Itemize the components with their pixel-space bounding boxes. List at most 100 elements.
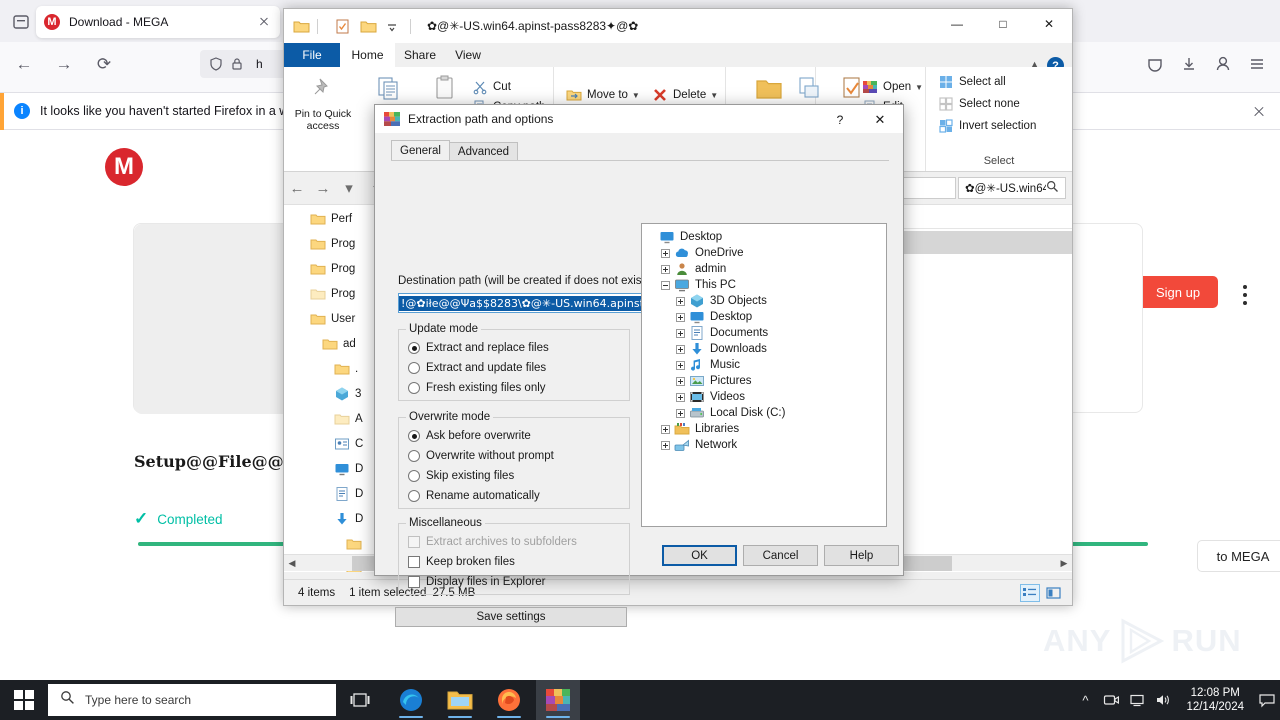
action-center-icon[interactable] [1254,680,1280,720]
forward-button[interactable]: → [48,48,80,80]
account-icon[interactable] [1208,50,1238,78]
expand-plus-icon[interactable] [676,408,685,418]
open-button[interactable]: Open ▼ [862,79,923,95]
taskbar-search-box[interactable]: Type here to search [48,684,336,716]
large-icons-view-button[interactable] [1044,584,1064,602]
browser-tab[interactable]: M Download - MEGA [36,6,280,38]
nav-recent-button[interactable]: ▾ [336,175,362,201]
collapse-minus-icon[interactable] [661,280,670,290]
list-all-tabs-icon[interactable] [10,11,32,33]
expand-plus-icon[interactable] [661,264,670,274]
expand-plus-icon[interactable] [676,392,685,402]
tab-view[interactable]: View [445,43,491,67]
properties-icon[interactable] [334,19,351,34]
expand-plus-icon[interactable] [676,328,685,338]
details-view-button[interactable] [1020,584,1040,602]
tree-item[interactable]: OneDrive [642,245,886,261]
close-icon[interactable] [256,14,272,30]
tab-file[interactable]: File [284,43,340,67]
tree-item[interactable]: Pictures [642,373,886,389]
taskbar-file-explorer-icon[interactable] [438,680,482,720]
tree-item[interactable]: admin [642,261,886,277]
radio-extract-and-update[interactable]: Extract and update files [408,362,546,374]
expand-plus-icon[interactable] [661,424,670,434]
tree-item[interactable]: Downloads [642,341,886,357]
tree-item[interactable]: Videos [642,389,886,405]
sign-up-button[interactable]: Sign up [1138,276,1218,308]
radio-overwrite-without-prompt[interactable]: Overwrite without prompt [408,450,554,462]
scroll-right-icon[interactable]: ▶ [1056,556,1072,571]
taskbar-clock[interactable]: 12:08 PM 12/14/2024 [1186,686,1244,714]
nav-forward-button[interactable]: → [310,175,336,201]
expand-plus-icon[interactable] [676,376,685,386]
hamburger-menu-icon[interactable] [1242,50,1272,78]
screen-recorder-icon[interactable] [1098,680,1124,720]
radio-rename-automatically[interactable]: Rename automatically [408,490,540,502]
help-button[interactable]: Help [824,545,899,566]
reload-button[interactable]: ⟳ [88,48,120,80]
tree-item[interactable]: Libraries [642,421,886,437]
radio-extract-and-replace[interactable]: Extract and replace files [408,342,549,354]
select-all-button[interactable]: Select all [938,74,1006,90]
dialog-help-icon[interactable]: ? [829,111,851,129]
cancel-button[interactable]: Cancel [743,545,818,566]
tree-item[interactable]: Documents [642,325,886,341]
ok-button[interactable]: OK [662,545,737,566]
expand-plus-icon[interactable] [676,312,685,322]
show-hidden-icons-icon[interactable]: ^ [1072,680,1098,720]
folder-tree[interactable]: Desktop OneDrive admin This PC 3D Objects Des… [641,223,887,527]
radio-fresh-existing-only[interactable]: Fresh existing files only [408,382,546,394]
tree-item[interactable]: 3D Objects [642,293,886,309]
pin-to-quick-access-button[interactable]: Pin to Quick access [292,74,354,132]
minimize-button[interactable]: — [934,9,980,39]
taskbar-firefox-icon[interactable] [487,680,531,720]
save-to-pocket-icon[interactable] [1140,50,1170,78]
expand-plus-icon[interactable] [661,440,670,450]
back-button[interactable]: ← [8,48,40,80]
tab-share[interactable]: Share [395,43,445,67]
tree-item[interactable]: Desktop [642,309,886,325]
new-folder-icon[interactable] [360,19,377,34]
mega-logo-icon[interactable]: M [105,148,143,186]
explorer-search-input[interactable]: ✿@✳-US.win64.apins... [958,177,1066,199]
volume-icon[interactable] [1150,680,1176,720]
tab-advanced[interactable]: Advanced [448,142,519,161]
tree-item[interactable]: This PC [642,277,886,293]
paste-button[interactable] [414,74,476,108]
save-settings-button[interactable]: Save settings [395,607,627,627]
tree-item[interactable]: Desktop [642,229,886,245]
radio-ask-before-overwrite[interactable]: Ask before overwrite [408,430,531,442]
start-button[interactable] [0,680,48,720]
tab-home[interactable]: Home [340,43,395,67]
close-button[interactable]: ✕ [1026,9,1072,39]
tree-item[interactable]: Local Disk (C:) [642,405,886,421]
cut-button[interactable]: Cut [472,79,511,95]
expand-plus-icon[interactable] [661,248,670,258]
downloads-icon[interactable] [1174,50,1204,78]
dialog-close-icon[interactable]: ✕ [869,111,891,129]
delete-button[interactable]: Delete ▼ [652,87,718,103]
to-mega-button[interactable]: to MEGA [1197,540,1280,572]
nav-back-button[interactable]: ← [284,175,310,201]
more-options-icon[interactable] [1243,285,1248,305]
expand-plus-icon[interactable] [676,296,685,306]
invert-selection-button[interactable]: Invert selection [938,118,1036,134]
checkbox-keep-broken-files[interactable]: Keep broken files [408,556,515,568]
tab-general[interactable]: General [391,140,450,161]
tree-item[interactable]: Network [642,437,886,453]
maximize-button[interactable]: □ [980,9,1026,39]
taskbar-edge-icon[interactable] [389,680,433,720]
chevron-down-icon[interactable] [386,19,403,34]
notification-close-icon[interactable] [1252,105,1266,119]
task-view-button[interactable] [338,680,382,720]
move-to-button[interactable]: Move to ▼ [566,87,640,103]
tree-item[interactable]: Music [642,357,886,373]
checkbox-display-files-in-explorer[interactable]: Display files in Explorer [408,576,546,588]
expand-plus-icon[interactable] [676,344,685,354]
folder-icon[interactable] [293,19,310,34]
select-none-button[interactable]: Select none [938,96,1020,112]
scroll-left-icon[interactable]: ◀ [284,556,300,571]
taskbar-winrar-icon[interactable] [536,680,580,720]
network-icon[interactable] [1124,680,1150,720]
radio-skip-existing-files[interactable]: Skip existing files [408,470,514,482]
